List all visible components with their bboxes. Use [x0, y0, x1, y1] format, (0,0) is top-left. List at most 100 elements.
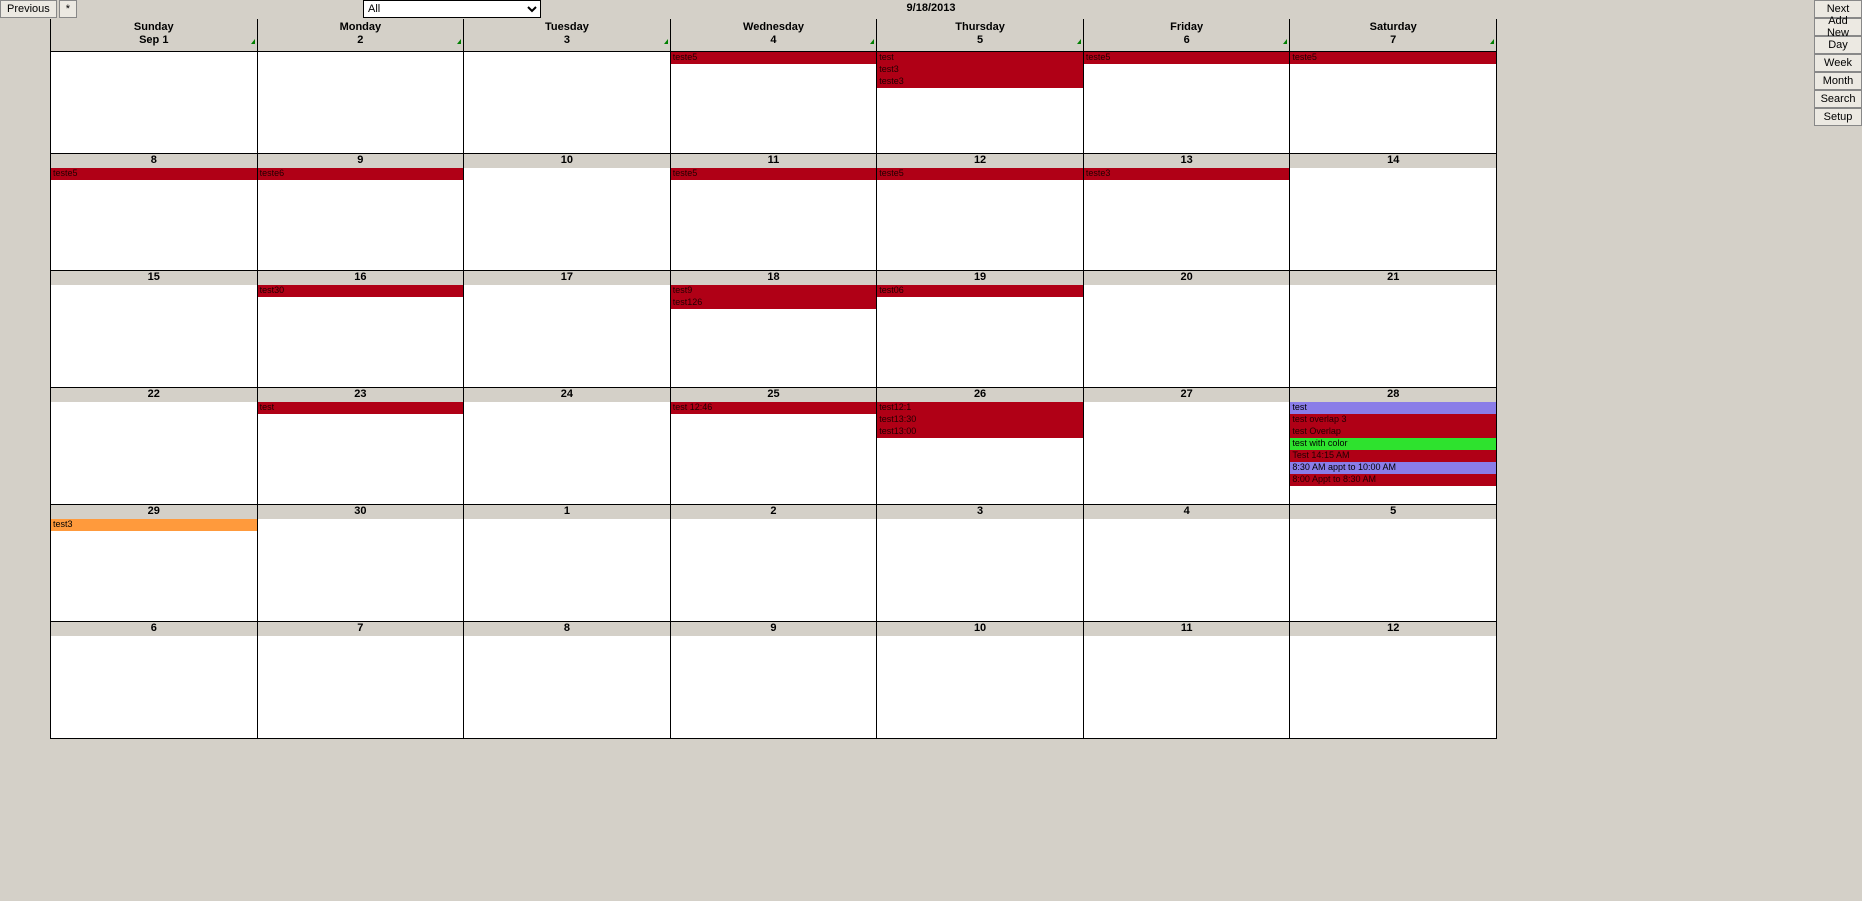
day-cell[interactable]	[258, 519, 465, 622]
search-button[interactable]: Search	[1814, 90, 1862, 108]
calendar-event[interactable]: test13:30	[877, 414, 1083, 426]
day-cell[interactable]: teste5	[1084, 51, 1291, 154]
calendar-event[interactable]: teste5	[671, 52, 877, 64]
day-cell[interactable]: teste3	[1084, 168, 1291, 271]
date-number[interactable]: 13	[1084, 154, 1291, 168]
day-cell[interactable]	[51, 285, 258, 388]
add-new-button[interactable]: Add New	[1814, 18, 1862, 36]
date-number[interactable]: 26	[877, 388, 1084, 402]
date-number[interactable]: 20	[1084, 271, 1291, 285]
calendar-event[interactable]: test06	[877, 285, 1083, 297]
weekday-header[interactable]: Monday2	[258, 19, 465, 51]
day-cell[interactable]: test	[258, 402, 465, 505]
calendar-event[interactable]: teste6	[258, 168, 464, 180]
date-number[interactable]: 5	[1290, 505, 1497, 519]
day-cell[interactable]	[1290, 285, 1497, 388]
date-number[interactable]: 4	[1084, 505, 1291, 519]
date-number[interactable]: 6	[51, 622, 258, 636]
day-cell[interactable]	[51, 636, 258, 739]
day-cell[interactable]	[1290, 168, 1497, 271]
day-cell[interactable]: test12:1test13:30test13:00	[877, 402, 1084, 505]
day-cell[interactable]	[1084, 402, 1291, 505]
calendar-event[interactable]: test13:00	[877, 426, 1083, 438]
date-number[interactable]: 2	[671, 505, 878, 519]
weekday-header[interactable]: SundaySep 1	[51, 19, 258, 51]
calendar-event[interactable]: test	[258, 402, 464, 414]
calendar-event[interactable]: teste5	[877, 168, 1083, 180]
previous-button[interactable]: Previous	[0, 0, 57, 18]
date-number[interactable]: 1	[464, 505, 671, 519]
calendar-event[interactable]: teste5	[1084, 52, 1290, 64]
calendar-event[interactable]: teste5	[51, 168, 257, 180]
day-cell[interactable]: test3	[51, 519, 258, 622]
date-number[interactable]: 9	[258, 154, 465, 168]
day-cell[interactable]	[1084, 285, 1291, 388]
day-cell[interactable]	[1084, 519, 1291, 622]
day-cell[interactable]: teste5	[51, 168, 258, 271]
day-cell[interactable]	[671, 636, 878, 739]
week-view-button[interactable]: Week	[1814, 54, 1862, 72]
date-number[interactable]: 17	[464, 271, 671, 285]
day-cell[interactable]: test30	[258, 285, 465, 388]
day-cell[interactable]	[51, 402, 258, 505]
day-cell[interactable]	[464, 519, 671, 622]
filter-dropdown[interactable]: All	[363, 0, 541, 18]
day-cell[interactable]	[671, 519, 878, 622]
date-number[interactable]: 10	[877, 622, 1084, 636]
date-number[interactable]: 16	[258, 271, 465, 285]
calendar-event[interactable]: test126	[671, 297, 877, 309]
day-cell[interactable]: test 12:46	[671, 402, 878, 505]
calendar-event[interactable]: test12:1	[877, 402, 1083, 414]
date-number[interactable]: 15	[51, 271, 258, 285]
calendar-event[interactable]: teste3	[1084, 168, 1290, 180]
day-cell[interactable]: test06	[877, 285, 1084, 388]
day-cell[interactable]: teste5	[1290, 51, 1497, 154]
weekday-header[interactable]: Saturday7	[1290, 19, 1497, 51]
day-cell[interactable]	[51, 51, 258, 154]
star-button[interactable]: *	[59, 0, 77, 18]
day-cell[interactable]	[464, 51, 671, 154]
calendar-event[interactable]: teste3	[877, 76, 1083, 88]
calendar-event[interactable]: 8:00 Appt to 8:30 AM	[1290, 474, 1496, 486]
day-cell[interactable]	[258, 51, 465, 154]
setup-button[interactable]: Setup	[1814, 108, 1862, 126]
calendar-event[interactable]: test with color	[1290, 438, 1496, 450]
weekday-header[interactable]: Wednesday4	[671, 19, 878, 51]
date-number[interactable]: 30	[258, 505, 465, 519]
calendar-event[interactable]: test 12:46	[671, 402, 877, 414]
date-number[interactable]: 21	[1290, 271, 1497, 285]
month-view-button[interactable]: Month	[1814, 72, 1862, 90]
date-number[interactable]: 12	[877, 154, 1084, 168]
calendar-event[interactable]: test3	[51, 519, 257, 531]
day-cell[interactable]	[258, 636, 465, 739]
date-number[interactable]: 11	[1084, 622, 1291, 636]
calendar-event[interactable]: test3	[877, 64, 1083, 76]
date-number[interactable]: 10	[464, 154, 671, 168]
day-cell[interactable]: teste6	[258, 168, 465, 271]
calendar-event[interactable]: test overlap 3	[1290, 414, 1496, 426]
date-number[interactable]: 12	[1290, 622, 1497, 636]
calendar-event[interactable]: test30	[258, 285, 464, 297]
day-cell[interactable]: test9test126	[671, 285, 878, 388]
day-cell[interactable]	[1084, 636, 1291, 739]
weekday-header[interactable]: Tuesday3	[464, 19, 671, 51]
day-cell[interactable]: testtest overlap 3test Overlaptest with …	[1290, 402, 1497, 505]
day-cell[interactable]: teste5	[671, 168, 878, 271]
date-number[interactable]: 14	[1290, 154, 1497, 168]
day-cell[interactable]	[1290, 519, 1497, 622]
day-cell[interactable]	[877, 636, 1084, 739]
date-number[interactable]: 11	[671, 154, 878, 168]
day-cell[interactable]	[464, 168, 671, 271]
weekday-header[interactable]: Thursday5	[877, 19, 1084, 51]
calendar-event[interactable]: test	[1290, 402, 1496, 414]
date-number[interactable]: 24	[464, 388, 671, 402]
date-number[interactable]: 28	[1290, 388, 1497, 402]
calendar-event[interactable]: Test 14:15 AM	[1290, 450, 1496, 462]
calendar-event[interactable]: test	[877, 52, 1083, 64]
date-number[interactable]: 7	[258, 622, 465, 636]
day-view-button[interactable]: Day	[1814, 36, 1862, 54]
calendar-event[interactable]: teste5	[1290, 52, 1496, 64]
weekday-header[interactable]: Friday6	[1084, 19, 1291, 51]
day-cell[interactable]	[464, 285, 671, 388]
day-cell[interactable]	[877, 519, 1084, 622]
